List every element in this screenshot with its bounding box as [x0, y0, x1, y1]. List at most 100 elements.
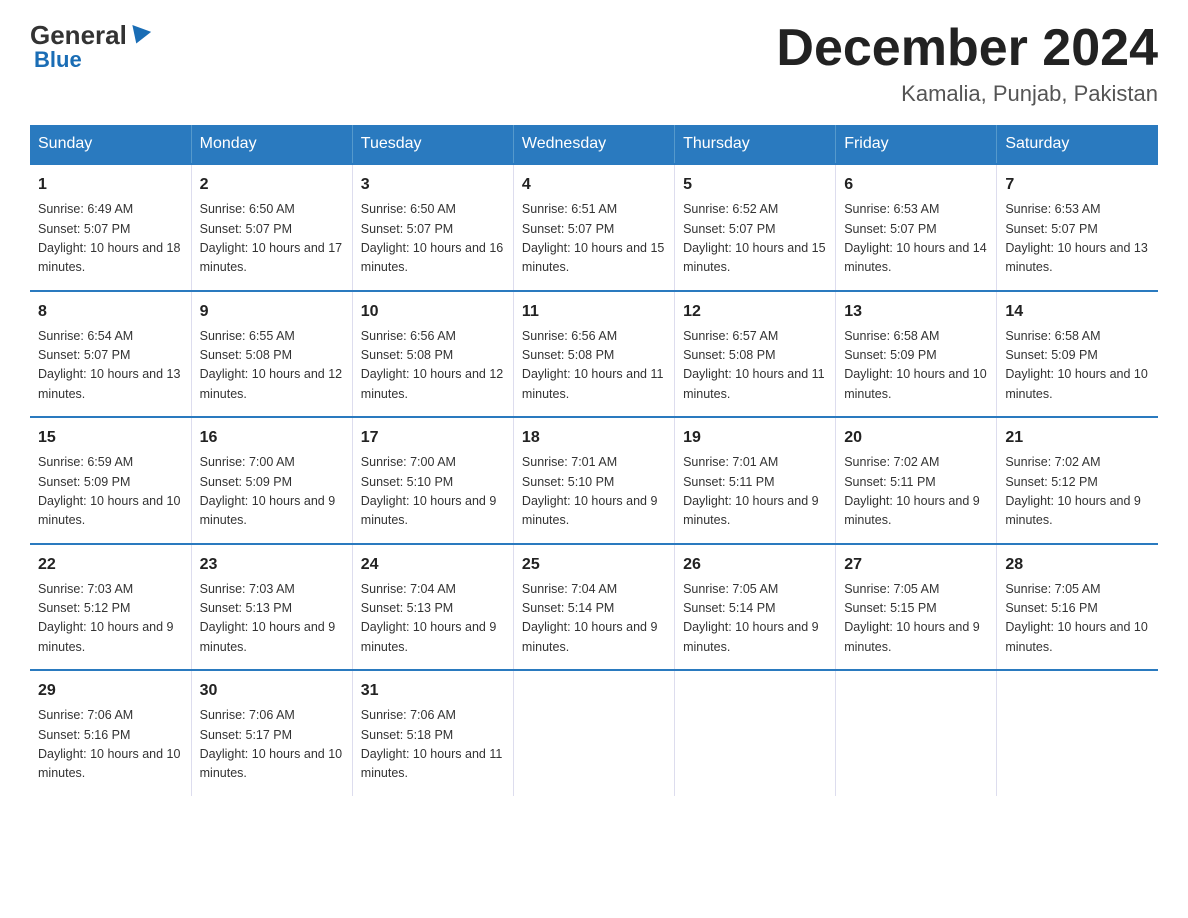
day-info: Sunrise: 7:06 AMSunset: 5:16 PMDaylight:… [38, 706, 183, 784]
day-number: 23 [200, 553, 344, 577]
calendar-cell [997, 670, 1158, 796]
calendar-week-2: 8 Sunrise: 6:54 AMSunset: 5:07 PMDaylight… [30, 291, 1158, 418]
month-title: December 2024 [776, 20, 1158, 77]
day-info: Sunrise: 7:01 AMSunset: 5:10 PMDaylight:… [522, 453, 666, 531]
day-number: 24 [361, 553, 505, 577]
calendar-cell: 27 Sunrise: 7:05 AMSunset: 5:15 PMDayligh… [836, 544, 997, 671]
calendar-table: Sunday Monday Tuesday Wednesday Thursday… [30, 125, 1158, 796]
day-number: 6 [844, 173, 988, 197]
header-saturday: Saturday [997, 125, 1158, 164]
day-info: Sunrise: 6:57 AMSunset: 5:08 PMDaylight:… [683, 327, 827, 405]
day-info: Sunrise: 6:50 AMSunset: 5:07 PMDaylight:… [200, 200, 344, 278]
day-number: 20 [844, 426, 988, 450]
day-info: Sunrise: 6:55 AMSunset: 5:08 PMDaylight:… [200, 327, 344, 405]
calendar-cell: 21 Sunrise: 7:02 AMSunset: 5:12 PMDayligh… [997, 417, 1158, 544]
header-friday: Friday [836, 125, 997, 164]
logo-blue-text: Blue [34, 47, 82, 73]
calendar-cell: 10Sunrise: 6:56 AMSunset: 5:08 PMDayligh… [352, 291, 513, 418]
location: Kamalia, Punjab, Pakistan [776, 81, 1158, 107]
day-number: 18 [522, 426, 666, 450]
day-number: 28 [1005, 553, 1150, 577]
calendar-cell: 13 Sunrise: 6:58 AMSunset: 5:09 PMDayligh… [836, 291, 997, 418]
day-info: Sunrise: 7:03 AMSunset: 5:13 PMDaylight:… [200, 580, 344, 658]
calendar-cell: 31 Sunrise: 7:06 AMSunset: 5:18 PMDayligh… [352, 670, 513, 796]
day-number: 12 [683, 300, 827, 324]
calendar-cell [675, 670, 836, 796]
calendar-cell: 25Sunrise: 7:04 AMSunset: 5:14 PMDayligh… [513, 544, 674, 671]
calendar-cell: 11 Sunrise: 6:56 AMSunset: 5:08 PMDayligh… [513, 291, 674, 418]
calendar-cell: 15Sunrise: 6:59 AMSunset: 5:09 PMDayligh… [30, 417, 191, 544]
day-number: 29 [38, 679, 183, 703]
calendar-cell: 9 Sunrise: 6:55 AMSunset: 5:08 PMDaylight… [191, 291, 352, 418]
calendar-cell: 26 Sunrise: 7:05 AMSunset: 5:14 PMDayligh… [675, 544, 836, 671]
day-number: 10 [361, 300, 505, 324]
day-number: 17 [361, 426, 505, 450]
day-number: 13 [844, 300, 988, 324]
day-number: 27 [844, 553, 988, 577]
calendar-week-4: 22Sunrise: 7:03 AMSunset: 5:12 PMDayligh… [30, 544, 1158, 671]
calendar-cell: 24Sunrise: 7:04 AMSunset: 5:13 PMDayligh… [352, 544, 513, 671]
day-number: 16 [200, 426, 344, 450]
calendar-cell: 6Sunrise: 6:53 AMSunset: 5:07 PMDaylight… [836, 164, 997, 291]
calendar-week-5: 29 Sunrise: 7:06 AMSunset: 5:16 PMDayligh… [30, 670, 1158, 796]
day-number: 8 [38, 300, 183, 324]
calendar-cell: 8 Sunrise: 6:54 AMSunset: 5:07 PMDaylight… [30, 291, 191, 418]
day-info: Sunrise: 7:05 AMSunset: 5:14 PMDaylight:… [683, 580, 827, 658]
calendar-cell [513, 670, 674, 796]
calendar-cell: 19 Sunrise: 7:01 AMSunset: 5:11 PMDayligh… [675, 417, 836, 544]
page-header: General Blue December 2024 Kamalia, Punj… [30, 20, 1158, 107]
day-info: Sunrise: 6:59 AMSunset: 5:09 PMDaylight:… [38, 453, 183, 531]
day-info: Sunrise: 6:51 AMSunset: 5:07 PMDaylight:… [522, 200, 666, 278]
day-number: 26 [683, 553, 827, 577]
day-info: Sunrise: 7:00 AMSunset: 5:09 PMDaylight:… [200, 453, 344, 531]
day-info: Sunrise: 6:53 AMSunset: 5:07 PMDaylight:… [1005, 200, 1150, 278]
day-info: Sunrise: 7:01 AMSunset: 5:11 PMDaylight:… [683, 453, 827, 531]
day-number: 5 [683, 173, 827, 197]
day-info: Sunrise: 6:58 AMSunset: 5:09 PMDaylight:… [844, 327, 988, 405]
header-monday: Monday [191, 125, 352, 164]
day-number: 9 [200, 300, 344, 324]
header-sunday: Sunday [30, 125, 191, 164]
day-number: 11 [522, 300, 666, 324]
day-info: Sunrise: 7:06 AMSunset: 5:17 PMDaylight:… [200, 706, 344, 784]
calendar-cell: 18 Sunrise: 7:01 AMSunset: 5:10 PMDayligh… [513, 417, 674, 544]
calendar-week-3: 15Sunrise: 6:59 AMSunset: 5:09 PMDayligh… [30, 417, 1158, 544]
day-info: Sunrise: 7:00 AMSunset: 5:10 PMDaylight:… [361, 453, 505, 531]
calendar-header-row: Sunday Monday Tuesday Wednesday Thursday… [30, 125, 1158, 164]
day-info: Sunrise: 7:06 AMSunset: 5:18 PMDaylight:… [361, 706, 505, 784]
day-number: 4 [522, 173, 666, 197]
header-wednesday: Wednesday [513, 125, 674, 164]
day-number: 22 [38, 553, 183, 577]
calendar-cell: 14 Sunrise: 6:58 AMSunset: 5:09 PMDayligh… [997, 291, 1158, 418]
calendar-cell: 7 Sunrise: 6:53 AMSunset: 5:07 PMDaylight… [997, 164, 1158, 291]
calendar-week-1: 1Sunrise: 6:49 AMSunset: 5:07 PMDaylight… [30, 164, 1158, 291]
day-number: 14 [1005, 300, 1150, 324]
calendar-cell [836, 670, 997, 796]
header-tuesday: Tuesday [352, 125, 513, 164]
calendar-cell: 2Sunrise: 6:50 AMSunset: 5:07 PMDaylight… [191, 164, 352, 291]
calendar-cell: 17 Sunrise: 7:00 AMSunset: 5:10 PMDayligh… [352, 417, 513, 544]
calendar-cell: 12 Sunrise: 6:57 AMSunset: 5:08 PMDayligh… [675, 291, 836, 418]
day-info: Sunrise: 6:58 AMSunset: 5:09 PMDaylight:… [1005, 327, 1150, 405]
title-area: December 2024 Kamalia, Punjab, Pakistan [776, 20, 1158, 107]
day-number: 19 [683, 426, 827, 450]
day-number: 7 [1005, 173, 1150, 197]
day-info: Sunrise: 7:05 AMSunset: 5:15 PMDaylight:… [844, 580, 988, 658]
calendar-cell: 5Sunrise: 6:52 AMSunset: 5:07 PMDaylight… [675, 164, 836, 291]
calendar-cell: 28Sunrise: 7:05 AMSunset: 5:16 PMDayligh… [997, 544, 1158, 671]
day-number: 21 [1005, 426, 1150, 450]
calendar-cell: 29 Sunrise: 7:06 AMSunset: 5:16 PMDayligh… [30, 670, 191, 796]
day-info: Sunrise: 7:02 AMSunset: 5:12 PMDaylight:… [1005, 453, 1150, 531]
day-number: 31 [361, 679, 505, 703]
logo: General Blue [30, 20, 151, 73]
calendar-cell: 22Sunrise: 7:03 AMSunset: 5:12 PMDayligh… [30, 544, 191, 671]
calendar-cell: 30 Sunrise: 7:06 AMSunset: 5:17 PMDayligh… [191, 670, 352, 796]
calendar-cell: 3Sunrise: 6:50 AMSunset: 5:07 PMDaylight… [352, 164, 513, 291]
day-number: 25 [522, 553, 666, 577]
logo-triangle-icon [127, 25, 151, 47]
day-number: 30 [200, 679, 344, 703]
day-number: 3 [361, 173, 505, 197]
day-info: Sunrise: 6:54 AMSunset: 5:07 PMDaylight:… [38, 327, 183, 405]
day-info: Sunrise: 6:56 AMSunset: 5:08 PMDaylight:… [522, 327, 666, 405]
header-thursday: Thursday [675, 125, 836, 164]
